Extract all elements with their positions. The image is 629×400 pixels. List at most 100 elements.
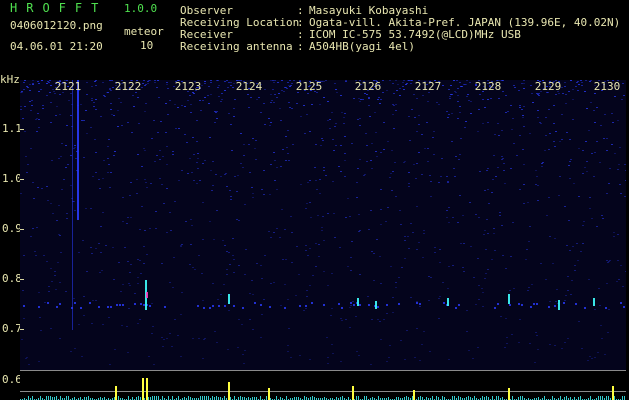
noise-speckle <box>137 323 139 324</box>
noise-speckle <box>68 100 70 101</box>
noise-speckle <box>454 176 456 177</box>
noise-speckle <box>55 289 57 290</box>
level-bar <box>474 396 475 400</box>
noise-speckle <box>54 93 56 94</box>
noise-speckle <box>284 284 286 285</box>
noise-speckle <box>232 238 234 239</box>
noise-speckle <box>321 227 323 228</box>
noise-speckle <box>439 296 441 297</box>
noise-speckle <box>492 179 494 180</box>
noise-speckle <box>323 271 325 272</box>
noise-speckle <box>612 122 614 123</box>
level-bar <box>614 396 615 400</box>
noise-speckle <box>386 361 388 362</box>
noise-speckle <box>203 339 205 340</box>
noise-speckle <box>452 217 454 218</box>
noise-speckle <box>580 251 582 252</box>
noise-speckle <box>429 175 431 176</box>
noise-speckle <box>146 254 148 255</box>
noise-speckle <box>447 181 449 182</box>
noise-speckle <box>263 299 265 300</box>
noise-speckle <box>73 148 75 149</box>
noise-speckle <box>330 315 332 316</box>
noise-speckle <box>307 255 309 256</box>
carrier-trace <box>209 307 211 309</box>
carrier-trace <box>620 302 622 304</box>
noise-speckle <box>399 88 401 89</box>
carrier-trace <box>299 305 301 307</box>
level-bar <box>224 396 225 400</box>
noise-speckle <box>578 196 580 197</box>
noise-speckle <box>395 104 397 105</box>
noise-speckle <box>178 128 180 129</box>
noise-speckle <box>505 318 507 319</box>
noise-speckle <box>244 350 246 351</box>
noise-speckle <box>408 116 410 117</box>
carrier-trace <box>584 307 586 309</box>
noise-speckle <box>406 330 408 331</box>
level-bar <box>552 396 553 400</box>
carrier-trace <box>47 302 49 304</box>
meteor-echo <box>593 298 595 306</box>
noise-speckle <box>181 244 183 245</box>
noise-speckle <box>537 110 539 111</box>
noise-speckle <box>29 101 31 102</box>
noise-speckle <box>526 249 528 250</box>
noise-speckle <box>513 288 515 289</box>
noise-speckle <box>138 123 140 124</box>
noise-speckle <box>177 335 179 336</box>
noise-speckle <box>452 265 454 266</box>
carrier-trace <box>98 306 100 308</box>
noise-speckle <box>181 170 183 171</box>
noise-speckle <box>394 162 396 163</box>
level-bar <box>200 396 201 400</box>
noise-speckle <box>144 179 146 180</box>
noise-speckle <box>270 94 272 95</box>
noise-speckle <box>229 264 231 265</box>
noise-speckle <box>564 342 566 343</box>
noise-speckle <box>572 89 574 90</box>
noise-speckle <box>433 154 435 155</box>
noise-speckle <box>166 146 168 147</box>
noise-speckle <box>430 277 432 278</box>
noise-speckle <box>510 256 512 257</box>
noise-speckle <box>214 111 216 112</box>
noise-speckle <box>202 100 204 101</box>
noise-speckle <box>95 109 97 110</box>
noise-speckle <box>349 216 351 217</box>
noise-speckle <box>110 109 112 110</box>
noise-speckle <box>601 215 603 216</box>
noise-speckle <box>86 133 88 134</box>
noise-speckle <box>510 105 512 106</box>
noise-speckle <box>403 80 405 81</box>
noise-speckle <box>491 192 493 193</box>
noise-speckle <box>549 344 551 345</box>
noise-speckle <box>322 140 324 141</box>
noise-speckle <box>350 305 352 306</box>
noise-speckle <box>477 258 479 259</box>
noise-speckle <box>166 338 168 339</box>
noise-speckle <box>218 85 220 86</box>
y-tick-label: 0.6 <box>2 373 22 386</box>
noise-speckle <box>156 155 158 156</box>
noise-speckle <box>614 153 616 154</box>
noise-speckle <box>470 113 472 114</box>
noise-speckle <box>184 134 186 135</box>
noise-speckle <box>418 115 420 116</box>
x-tick-label: 2121 <box>54 80 82 93</box>
noise-speckle <box>110 103 112 104</box>
x-tick-label: 2126 <box>354 80 382 93</box>
noise-speckle <box>370 210 372 211</box>
noise-speckle <box>91 323 93 324</box>
noise-speckle <box>153 364 155 365</box>
noise-speckle <box>38 119 40 120</box>
noise-speckle <box>198 338 200 339</box>
noise-speckle <box>309 202 311 203</box>
noise-speckle <box>276 189 278 190</box>
carrier-trace <box>341 307 343 309</box>
level-bar <box>240 396 241 400</box>
noise-speckle <box>130 217 132 218</box>
noise-speckle <box>272 89 274 90</box>
noise-speckle <box>131 132 133 133</box>
noise-speckle <box>299 355 301 356</box>
